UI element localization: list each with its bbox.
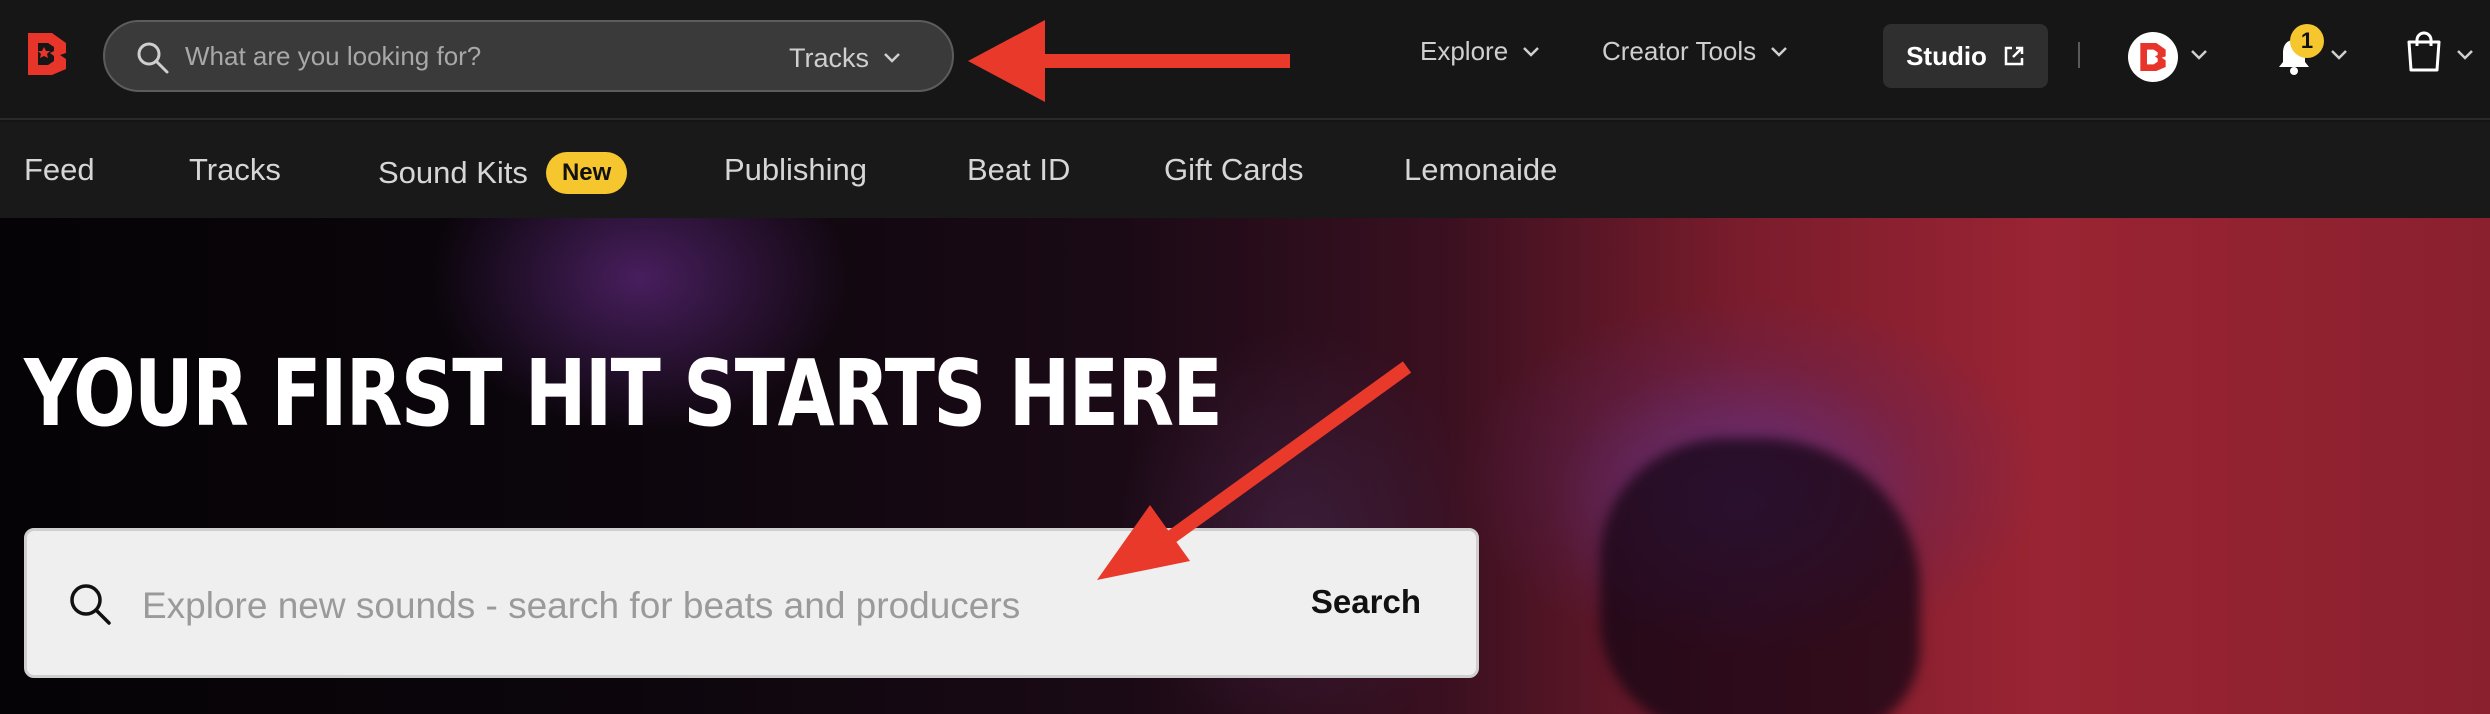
subnav-item-label: Tracks — [189, 152, 281, 187]
hero-search-input[interactable] — [142, 581, 1192, 631]
search-icon — [70, 584, 111, 625]
search-category-label: Tracks — [789, 42, 869, 73]
subnav-item-publishing[interactable]: Publishing — [724, 152, 867, 188]
subnav-item-label: Publishing — [724, 152, 868, 187]
studio-button[interactable]: Studio — [1883, 24, 2048, 88]
brand-logo[interactable] — [26, 31, 68, 77]
chevron-down-icon[interactable] — [2456, 49, 2474, 61]
subnav-item-lemonaide[interactable]: Lemonaide — [1404, 152, 1557, 188]
external-link-icon — [2004, 46, 2024, 66]
avatar-logo-icon — [2140, 43, 2166, 71]
nav-explore[interactable]: Explore — [1420, 36, 1540, 67]
nav-explore-label: Explore — [1420, 36, 1509, 66]
subnav-item-label: Feed — [24, 152, 95, 187]
subnav-item-sound-kits[interactable]: Sound Kits New — [378, 152, 628, 194]
top-navbar: Tracks Explore Creator Tools Studio — [0, 0, 2490, 120]
avatar[interactable] — [2128, 32, 2178, 82]
search-icon — [137, 42, 169, 74]
search-category-select[interactable]: Tracks — [789, 40, 901, 76]
header-divider — [2078, 42, 2080, 68]
subnav-item-label: Gift Cards — [1164, 152, 1304, 187]
chevron-down-icon — [1771, 46, 1788, 57]
hero-title: YOUR FIRST HIT STARTS HERE — [24, 340, 1223, 447]
notification-badge: 1 — [2290, 24, 2324, 58]
chevron-down-icon[interactable] — [2190, 49, 2208, 61]
header-search-input[interactable] — [185, 36, 785, 76]
hero-search-button[interactable]: Search — [1311, 583, 1421, 621]
subnav-item-label: Sound Kits — [378, 155, 528, 190]
subnav-item-label: Lemonaide — [1404, 152, 1558, 187]
hero-section: YOUR FIRST HIT STARTS HERE Search — [0, 218, 2490, 714]
subnav-item-beat-id[interactable]: Beat ID — [967, 152, 1070, 188]
chevron-down-icon — [1523, 46, 1540, 57]
subnav-item-tracks[interactable]: Tracks — [189, 152, 281, 188]
nav-creator-tools-label: Creator Tools — [1602, 36, 1757, 66]
shopping-bag-icon[interactable] — [2404, 30, 2444, 72]
chevron-down-icon[interactable] — [2330, 49, 2348, 61]
hero-search-bar[interactable]: Search — [24, 528, 1479, 678]
subnav-item-label: Beat ID — [967, 152, 1071, 187]
nav-creator-tools[interactable]: Creator Tools — [1602, 36, 1788, 67]
new-badge: New — [545, 152, 628, 194]
chevron-down-icon — [884, 53, 900, 63]
subnav-item-gift-cards[interactable]: Gift Cards — [1164, 152, 1304, 188]
studio-button-label: Studio — [1906, 40, 1987, 71]
header-search-bar[interactable]: Tracks — [103, 20, 954, 92]
secondary-nav: Feed Tracks Sound Kits New Publishing Be… — [0, 122, 2490, 218]
subnav-item-feed[interactable]: Feed — [24, 152, 95, 188]
